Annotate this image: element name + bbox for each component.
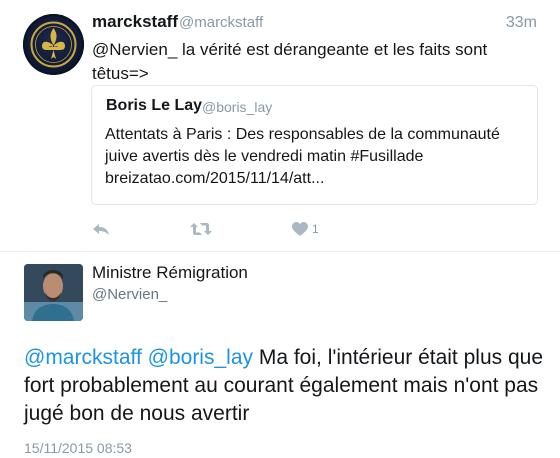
avatar-nervien[interactable]: [24, 264, 83, 321]
author-name[interactable]: marckstaff: [92, 12, 178, 32]
quoted-text-line: Attentats à Paris : Des responsables de …: [105, 126, 500, 143]
reply-icon: [93, 224, 109, 235]
profile-photo: [24, 264, 83, 321]
retweet-button[interactable]: [190, 219, 212, 239]
author-name[interactable]: Ministre Rémigration: [92, 263, 248, 283]
heart-icon: [292, 221, 308, 236]
mention-link[interactable]: @marckstaff: [24, 346, 142, 369]
tweet-text: @marckstaff @boris_lay Ma foi, l'intérie…: [24, 344, 544, 428]
fleur-de-lis-emblem-icon: [30, 21, 77, 68]
like-button[interactable]: 1: [292, 219, 319, 239]
quoted-text-line[interactable]: breizatao.com/2015/11/14/att...: [105, 168, 525, 190]
quoted-author-handle: @boris_lay: [202, 99, 273, 115]
author-handle[interactable]: @marckstaff: [179, 14, 263, 31]
author-handle[interactable]: @Nervien_: [92, 286, 167, 303]
quoted-author-name: Boris Le Lay: [106, 97, 203, 114]
avatar-marckstaff[interactable]: [23, 14, 84, 75]
tweet-timestamp[interactable]: 15/11/2015 08:53: [24, 440, 132, 456]
tweet-text: @Nervien_ la vérité est dérangeante et l…: [92, 40, 488, 83]
quoted-tweet-text: Attentats à Paris : Des responsables de …: [105, 124, 525, 190]
tweet-time[interactable]: 33m: [506, 14, 537, 32]
retweet-icon: [190, 223, 212, 235]
like-count: 1: [312, 222, 319, 236]
quoted-tweet-card[interactable]: Boris Le Lay @boris_lay Attentats à Pari…: [91, 85, 538, 205]
quoted-text-line: juive avertis dès le vendredi matin #Fus…: [105, 148, 424, 165]
tweet-actions: 1: [92, 219, 392, 239]
divider: [0, 251, 560, 252]
mention-link[interactable]: @boris_lay: [148, 346, 253, 369]
reply-button[interactable]: [92, 219, 110, 239]
